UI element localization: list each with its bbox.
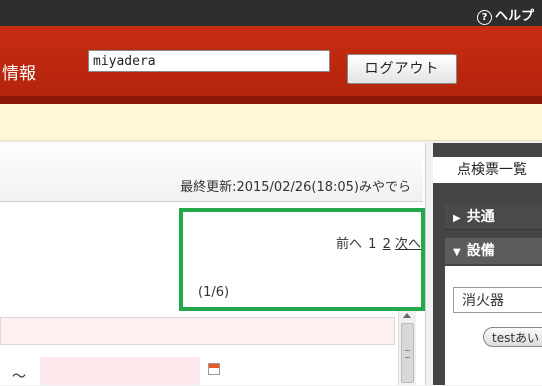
logout-button[interactable]: ログアウト xyxy=(347,54,457,84)
range-separator: ～ xyxy=(12,369,26,385)
section-label: 共通 xyxy=(466,209,495,225)
collapse-arrow-icon: ▼ xyxy=(453,247,461,258)
date-end-input[interactable] xyxy=(40,357,200,385)
expand-arrow-icon: ▶ xyxy=(453,213,461,224)
help-icon: ? xyxy=(476,10,492,25)
notice-bar xyxy=(0,104,542,141)
date-range-row: ～ xyxy=(0,347,395,385)
header-bar: 情報 miyadera ログアウト xyxy=(0,26,542,104)
tag-button[interactable]: testあい xyxy=(483,327,542,347)
grip-icon xyxy=(405,350,410,358)
item-select[interactable]: 消火器 xyxy=(453,287,542,313)
vertical-scrollbar[interactable] xyxy=(398,307,416,385)
pager-page-1: 1 xyxy=(368,237,377,252)
calendar-icon[interactable] xyxy=(208,363,220,375)
section-common[interactable]: ▶ 共通 xyxy=(445,204,542,230)
main-panel: 最終更新:2015/02/26(18:05)みやでら 前へ 1 2 次へ (1/… xyxy=(0,143,426,385)
side-panel-title: 点検票一覧 xyxy=(433,157,542,183)
side-panel: 点検票一覧 ▶ 共通 ▼ 設備 消火器 xyxy=(433,143,542,385)
filter-row xyxy=(0,317,395,345)
username-display: miyadera xyxy=(88,50,330,72)
pager-page-2[interactable]: 2 xyxy=(383,237,391,252)
help-link[interactable]: ? ヘルプ xyxy=(476,5,534,25)
side-body xyxy=(445,266,542,385)
scroll-up-icon[interactable] xyxy=(403,313,411,318)
scroll-thumb[interactable] xyxy=(401,323,414,383)
pagination: 前へ 1 2 次へ xyxy=(336,233,421,252)
help-label: ヘルプ xyxy=(494,9,534,24)
panel-header: 最終更新:2015/02/26(18:05)みやでら xyxy=(0,143,423,202)
record-count: (1/6) xyxy=(198,285,230,300)
section-equipment[interactable]: ▼ 設備 xyxy=(445,238,542,264)
section-label: 設備 xyxy=(466,243,495,259)
last-updated-text: 最終更新:2015/02/26(18:05)みやでら xyxy=(180,180,411,195)
record-list[interactable]: ～ xyxy=(0,307,416,385)
system-title: 情報 xyxy=(2,64,36,84)
pager-next[interactable]: 次へ xyxy=(395,237,421,252)
pager-prev: 前へ xyxy=(335,237,362,252)
top-bar: ? ヘルプ xyxy=(0,0,542,26)
